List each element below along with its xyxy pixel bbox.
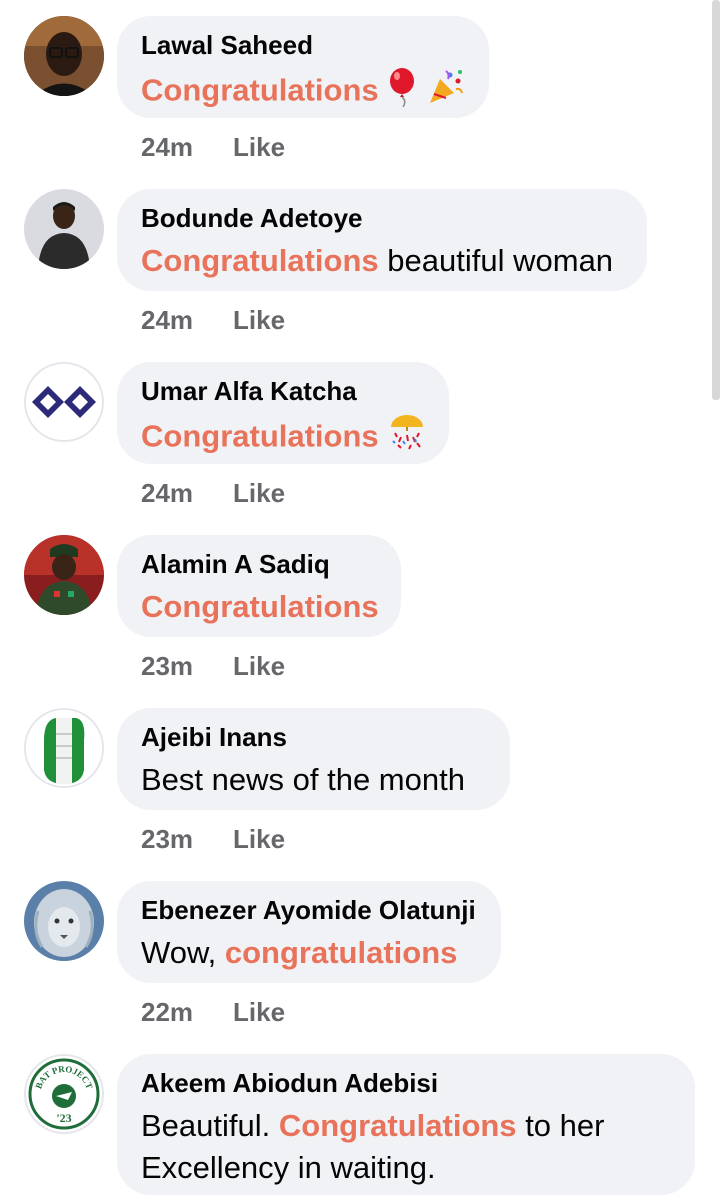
avatar[interactable]: [24, 362, 104, 442]
comment-time[interactable]: 24m: [141, 478, 193, 508]
comment-meta: 24m Like: [141, 132, 285, 163]
comment-text-prefix: Wow,: [141, 935, 217, 970]
comment-author[interactable]: Ajeibi Inans: [141, 721, 486, 753]
comment-author[interactable]: Ebenezer Ayomide Olatunji: [141, 894, 477, 926]
avatar[interactable]: [24, 535, 104, 615]
comment-time[interactable]: 23m: [141, 824, 193, 854]
comment-bubble: Ebenezer Ayomide Olatunji Wow, congratul…: [117, 881, 501, 983]
avatar[interactable]: [24, 881, 104, 961]
comment-text: Best news of the month: [141, 762, 465, 797]
highlighted-word[interactable]: Congratulations: [141, 73, 379, 108]
avatar[interactable]: [24, 16, 104, 96]
comment-time[interactable]: 24m: [141, 132, 193, 162]
party-popper-icon: [426, 67, 466, 118]
comment-time[interactable]: 22m: [141, 997, 193, 1027]
comment-author[interactable]: Lawal Saheed: [141, 29, 465, 61]
like-button[interactable]: Like: [233, 132, 285, 162]
avatar[interactable]: [24, 189, 104, 269]
like-button[interactable]: Like: [233, 824, 285, 854]
comment-text: Wow, congratulations: [141, 932, 477, 974]
highlighted-word[interactable]: Congratulations: [279, 1108, 517, 1143]
comment-author[interactable]: Akeem Abiodun Adebisi: [141, 1067, 671, 1099]
avatar[interactable]: [24, 708, 104, 788]
scrollbar[interactable]: [712, 0, 720, 400]
comment-text: Congratulations beautiful woman: [141, 240, 623, 282]
comment-text: Congratulations: [141, 586, 379, 628]
avatar-logo-year: '23: [56, 1111, 71, 1125]
comment-bubble: Lawal Saheed Congratulations: [117, 16, 489, 118]
comment-meta: 23m Like: [141, 651, 285, 682]
comment-bubble: Umar Alfa Katcha Congratulations: [117, 362, 449, 464]
confetti-ball-icon: [387, 413, 427, 464]
highlighted-word[interactable]: Congratulations: [141, 589, 379, 624]
comment-bubble: Bodunde Adetoye Congratulations beautifu…: [117, 189, 647, 291]
like-button[interactable]: Like: [233, 651, 285, 681]
avatar[interactable]: BAT PROJECT '23: [24, 1054, 104, 1134]
highlighted-word[interactable]: congratulations: [225, 935, 458, 970]
comment-text: Congratulations: [141, 413, 425, 464]
comment-meta: 22m Like: [141, 997, 285, 1028]
comment-time[interactable]: 23m: [141, 651, 193, 681]
balloon-icon: [387, 67, 417, 118]
highlighted-word[interactable]: Congratulations: [141, 243, 379, 278]
comment-meta: 24m Like: [141, 305, 285, 336]
comment-text-prefix: Beautiful.: [141, 1108, 271, 1143]
comment-text-rest: beautiful woman: [387, 243, 614, 278]
comment-time[interactable]: 24m: [141, 305, 193, 335]
comment-meta: 24m Like: [141, 478, 285, 509]
comment-meta: 23m Like: [141, 824, 285, 855]
comment-bubble: Akeem Abiodun Adebisi Beautiful. Congrat…: [117, 1054, 695, 1195]
comment-bubble: Ajeibi Inans Best news of the month: [117, 708, 510, 810]
comment-text: Beautiful. Congratulations to her Excell…: [141, 1105, 621, 1189]
comment-author[interactable]: Bodunde Adetoye: [141, 202, 623, 234]
like-button[interactable]: Like: [233, 478, 285, 508]
like-button[interactable]: Like: [233, 305, 285, 335]
like-button[interactable]: Like: [233, 997, 285, 1027]
comment-text: Congratulations: [141, 67, 465, 118]
comment-author[interactable]: Alamin A Sadiq: [141, 548, 377, 580]
comment-bubble: Alamin A Sadiq Congratulations: [117, 535, 401, 637]
highlighted-word[interactable]: Congratulations: [141, 419, 379, 454]
comment-author[interactable]: Umar Alfa Katcha: [141, 375, 425, 407]
